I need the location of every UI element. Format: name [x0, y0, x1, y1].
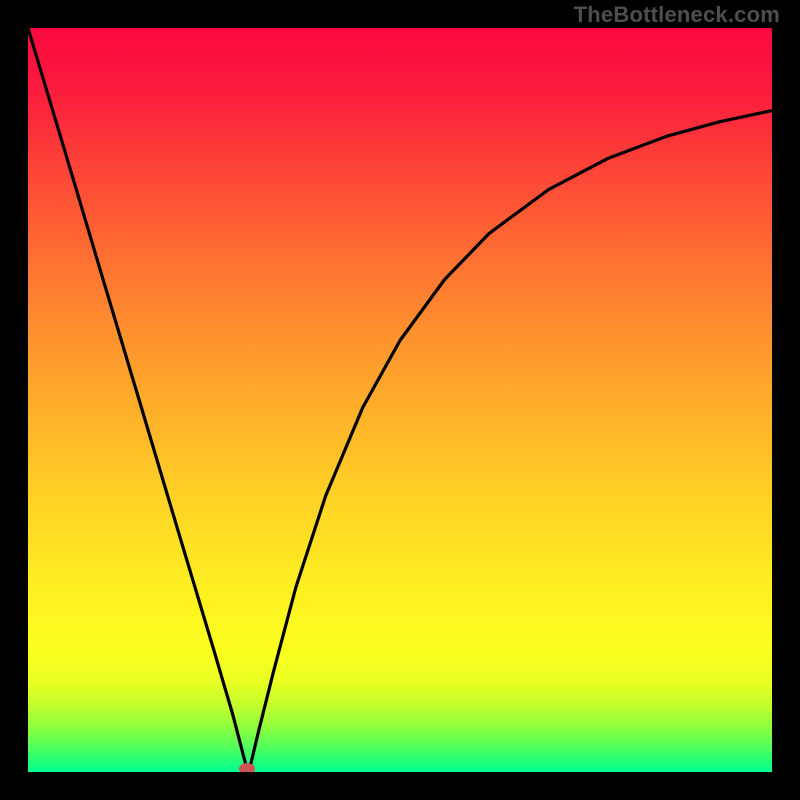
watermark-label: TheBottleneck.com: [574, 2, 780, 28]
dip-curve-path: [28, 28, 772, 772]
plot-area: [28, 28, 772, 772]
curve-svg: [28, 28, 772, 772]
chart-frame: TheBottleneck.com: [0, 0, 800, 800]
minimum-marker: [239, 763, 255, 772]
